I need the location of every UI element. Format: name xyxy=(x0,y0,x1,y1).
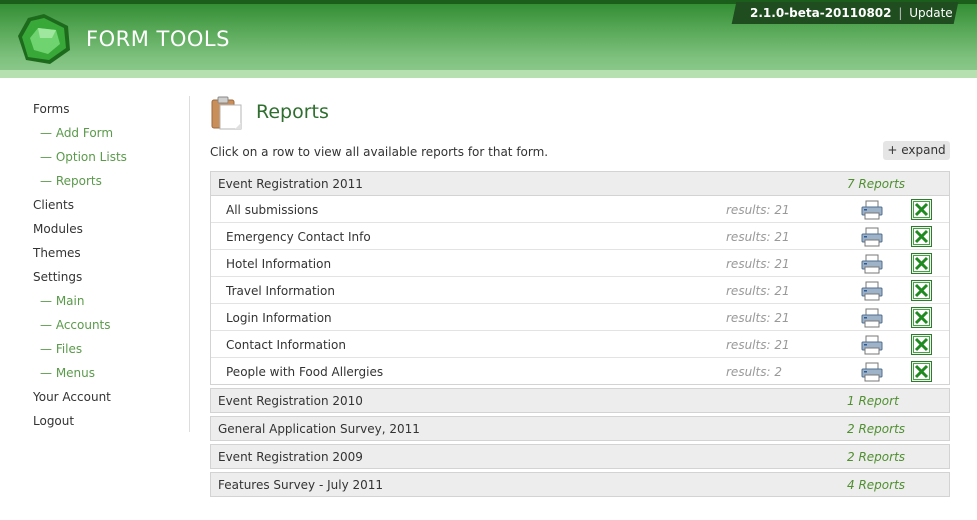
report-row[interactable]: Emergency Contact Info results: 21 xyxy=(211,223,949,250)
excel-icon[interactable] xyxy=(911,253,932,274)
sidebar-item-themes[interactable]: Themes xyxy=(33,246,81,260)
version-info: 2.1.0-beta-20110802 | Update xyxy=(750,6,953,20)
report-results: results: 21 xyxy=(726,203,790,217)
app-header: FORM TOOLS 2.1.0-beta-20110802 | Update xyxy=(0,0,977,78)
expand-all-button[interactable]: + expand xyxy=(883,141,950,160)
sidebar-nav xyxy=(0,96,190,432)
report-results: results: 21 xyxy=(726,230,790,244)
sidebar-item-forms[interactable]: Forms xyxy=(33,102,69,116)
excel-icon[interactable] xyxy=(911,361,932,382)
form-name: General Application Survey, 2011 xyxy=(218,422,420,436)
printer-icon[interactable] xyxy=(861,227,883,247)
excel-icon[interactable] xyxy=(911,199,932,220)
printer-icon[interactable] xyxy=(861,308,883,328)
report-name[interactable]: Hotel Information xyxy=(226,257,331,271)
form-name: Event Registration 2011 xyxy=(218,177,363,191)
sidebar-item-logout[interactable]: Logout xyxy=(33,414,74,428)
report-row[interactable]: Login Information results: 21 xyxy=(211,304,949,331)
sidebar-item-settings[interactable]: Settings xyxy=(33,270,82,284)
report-row[interactable]: All submissions results: 21 xyxy=(211,196,949,223)
version-separator: | xyxy=(898,6,903,20)
report-results: results: 21 xyxy=(726,284,790,298)
printer-icon[interactable] xyxy=(861,254,883,274)
form-group-row[interactable]: General Application Survey, 2011 2 Repor… xyxy=(210,416,950,441)
form-group-row[interactable]: Event Registration 2009 2 Reports xyxy=(210,444,950,469)
report-name[interactable]: Login Information xyxy=(226,311,332,325)
report-name[interactable]: All submissions xyxy=(226,203,318,217)
form-group-row[interactable]: Event Registration 2010 1 Report xyxy=(210,388,950,413)
green-gem-logo-icon[interactable] xyxy=(16,12,72,66)
sidebar-item-menus[interactable]: — Menus xyxy=(40,366,95,380)
form-name: Event Registration 2010 xyxy=(218,394,363,408)
report-results: results: 2 xyxy=(726,365,782,379)
report-results: results: 21 xyxy=(726,257,790,271)
sidebar-item-accounts[interactable]: — Accounts xyxy=(40,318,111,332)
excel-icon[interactable] xyxy=(911,334,932,355)
sidebar-item-main[interactable]: — Main xyxy=(40,294,84,308)
excel-icon[interactable] xyxy=(911,226,932,247)
update-link[interactable]: Update xyxy=(909,6,952,20)
report-row[interactable]: People with Food Allergies results: 2 xyxy=(211,358,949,385)
sidebar-item-modules[interactable]: Modules xyxy=(33,222,83,236)
report-count: 2 Reports xyxy=(847,422,906,436)
header-bottom-band xyxy=(0,70,977,78)
clipboard-icon xyxy=(211,96,242,130)
report-row[interactable]: Travel Information results: 21 xyxy=(211,277,949,304)
printer-icon[interactable] xyxy=(861,281,883,301)
form-name: Event Registration 2009 xyxy=(218,450,363,464)
instructions-text: Click on a row to view all available rep… xyxy=(210,145,549,159)
form-group-row[interactable]: Event Registration 2011 7 Reports xyxy=(210,171,950,196)
app-name: FORM TOOLS xyxy=(86,27,230,51)
excel-icon[interactable] xyxy=(911,280,932,301)
report-row[interactable]: Hotel Information results: 21 xyxy=(211,250,949,277)
report-name[interactable]: Travel Information xyxy=(226,284,335,298)
printer-icon[interactable] xyxy=(861,362,883,382)
report-name[interactable]: Contact Information xyxy=(226,338,346,352)
printer-icon[interactable] xyxy=(861,335,883,355)
report-row[interactable]: Contact Information results: 21 xyxy=(211,331,949,358)
report-count: 1 Report xyxy=(847,394,899,408)
report-count: 7 Reports xyxy=(847,177,906,191)
report-count: 4 Reports xyxy=(847,478,906,492)
sidebar-item-files[interactable]: — Files xyxy=(40,342,82,356)
sidebar-item-your-account[interactable]: Your Account xyxy=(33,390,111,404)
form-name: Features Survey - July 2011 xyxy=(218,478,384,492)
sidebar-item-reports[interactable]: — Reports xyxy=(40,174,102,188)
sidebar-item-option-lists[interactable]: — Option Lists xyxy=(40,150,127,164)
report-results: results: 21 xyxy=(726,311,790,325)
reports-list: All submissions results: 21 Emergency Co… xyxy=(210,196,950,385)
excel-icon[interactable] xyxy=(911,307,932,328)
report-name[interactable]: Emergency Contact Info xyxy=(226,230,371,244)
report-count: 2 Reports xyxy=(847,450,906,464)
report-results: results: 21 xyxy=(726,338,790,352)
form-group-row[interactable]: Features Survey - July 2011 4 Reports xyxy=(210,472,950,497)
page-title: Reports xyxy=(256,101,329,123)
sidebar-item-clients[interactable]: Clients xyxy=(33,198,74,212)
report-name[interactable]: People with Food Allergies xyxy=(226,365,383,379)
printer-icon[interactable] xyxy=(861,200,883,220)
version-number: 2.1.0-beta-20110802 xyxy=(750,6,892,20)
sidebar-item-add-form[interactable]: — Add Form xyxy=(40,126,113,140)
